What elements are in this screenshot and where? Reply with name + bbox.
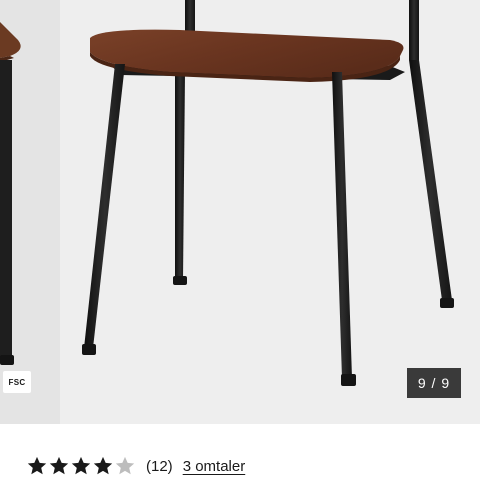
star-filled-icon [71,456,91,475]
rating-summary: (12) 3 omtaler [26,452,245,480]
reviews-link[interactable]: 3 omtaler [183,458,246,475]
previous-chair-image [0,22,21,365]
star-filled-icon [27,456,47,475]
star-filled-icon [93,456,113,475]
chair-image [82,0,454,386]
star-filled-icon [49,456,69,475]
previous-image-preview[interactable]: FSC [0,0,60,424]
image-counter: 9 / 9 [407,368,461,398]
rating-count: (12) [146,457,173,475]
star-empty-icon [115,456,135,475]
main-product-image[interactable] [60,0,480,424]
product-gallery: FSC 9 / 9 [0,0,480,424]
star-rating [26,455,136,477]
fsc-badge: FSC [3,371,31,393]
